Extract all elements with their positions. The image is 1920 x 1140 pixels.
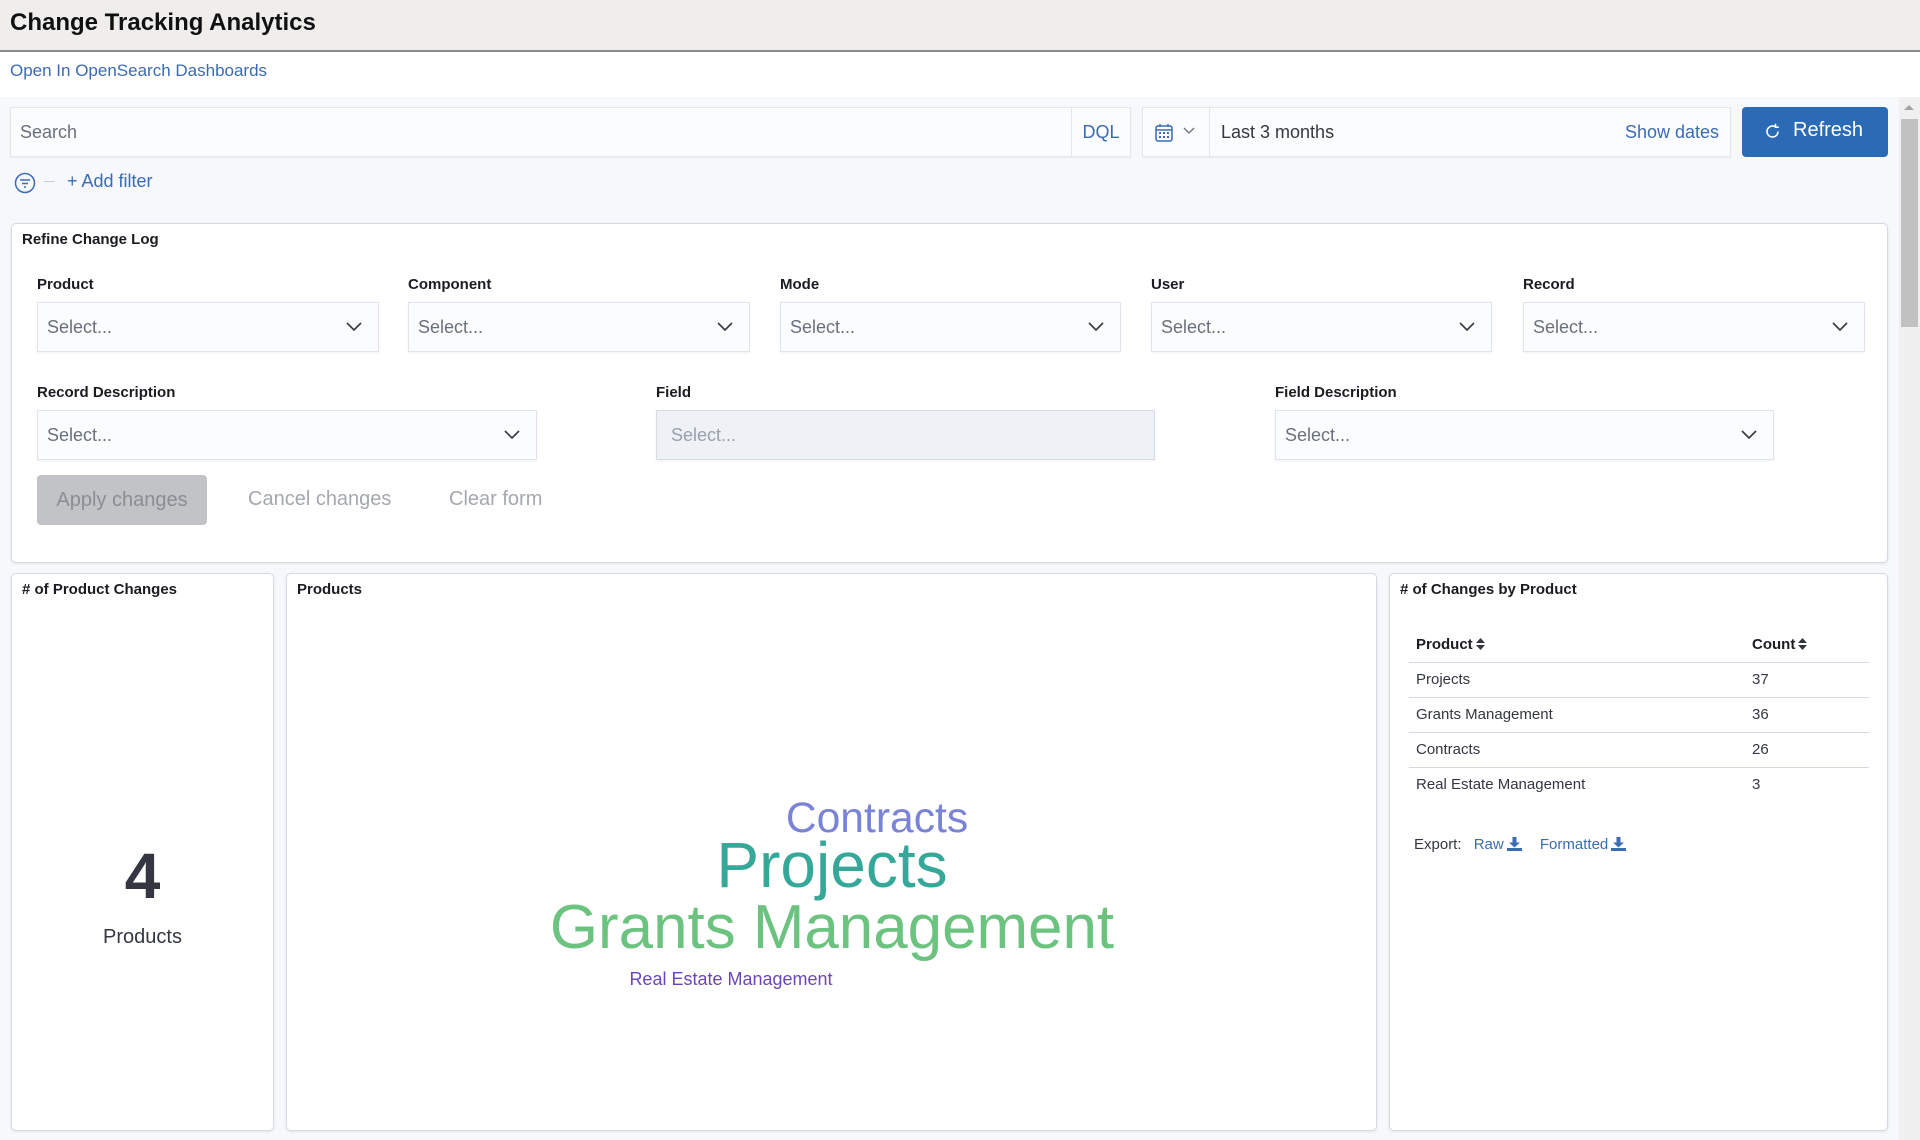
chevron-down-icon (1741, 430, 1757, 440)
export-formatted-label: Formatted (1539, 836, 1609, 853)
export-label: Export: (1414, 836, 1462, 853)
clear-form-button[interactable]: Clear form (449, 488, 542, 511)
record-select[interactable]: Select... (1523, 302, 1865, 352)
word-cloud-term[interactable]: Real Estate Management (629, 969, 832, 989)
chevron-down-icon (1459, 322, 1475, 332)
column-label: Product (1416, 635, 1473, 653)
count-cell: 37 (1745, 662, 1869, 698)
product-cell: Projects (1409, 662, 1745, 698)
select-placeholder: Select... (671, 425, 737, 445)
sort-icon (1798, 637, 1808, 650)
refresh-label: Refresh (1793, 119, 1864, 141)
select-placeholder: Select... (1285, 425, 1351, 445)
chevron-down-icon (346, 322, 362, 332)
table-row: Projects 37 (1409, 662, 1869, 698)
search-bar: DQL (10, 107, 1131, 157)
product-cell: Grants Management (1409, 697, 1745, 733)
panel-title: # of Changes by Product (1400, 581, 1577, 598)
word-cloud-term[interactable]: Grants Management (550, 893, 1114, 962)
products-word-cloud-panel: Products Contracts Projects Grants Managem… (286, 573, 1377, 1131)
vertical-scrollbar[interactable] (1899, 97, 1920, 1140)
count-cell: 26 (1745, 732, 1869, 768)
metric-label: Products (103, 926, 182, 948)
record-label: Record (1523, 276, 1575, 293)
count-cell: 3 (1752, 776, 1761, 794)
apply-changes-button[interactable]: Apply changes (37, 475, 207, 525)
chevron-down-icon (1088, 322, 1104, 332)
column-label: Count (1752, 635, 1796, 653)
mode-label: Mode (780, 276, 820, 293)
product-cell: Real Estate Management (1416, 776, 1586, 794)
record-description-select[interactable]: Select... (37, 410, 537, 460)
filter-options-icon[interactable] (14, 172, 36, 194)
word-cloud-term[interactable]: Projects (716, 829, 947, 901)
chevron-down-icon (504, 430, 520, 440)
select-placeholder: Select... (1533, 317, 1599, 337)
refresh-icon (1766, 123, 1779, 138)
chevron-down-icon (717, 322, 733, 332)
export-raw-label: Raw (1473, 836, 1504, 853)
component-label: Component (408, 276, 492, 293)
field-description-select[interactable]: Select... (1275, 410, 1774, 460)
panel-title: Refine Change Log (22, 231, 159, 248)
product-cell: Contracts (1409, 732, 1745, 768)
mode-select[interactable]: Select... (780, 302, 1121, 352)
select-placeholder: Select... (47, 425, 113, 445)
product-changes-metric-panel: # of Product Changes 4 Products (11, 573, 274, 1131)
metric-value: 4 (124, 840, 161, 912)
sort-icon (1475, 637, 1485, 650)
calendar-icon (1155, 124, 1173, 142)
export-raw-link[interactable]: Raw (1474, 836, 1522, 853)
date-range-display[interactable]: Last 3 months (1221, 108, 1334, 156)
count-cell: 36 (1745, 697, 1869, 733)
column-header-product[interactable]: Product (1409, 627, 1745, 663)
search-input[interactable] (11, 108, 1071, 156)
download-icon (1506, 837, 1522, 851)
field-select[interactable]: Select... (656, 410, 1155, 460)
select-placeholder: Select... (47, 317, 113, 337)
table-header-row: Product Count (1409, 627, 1869, 663)
table-row: Contracts 26 (1409, 732, 1869, 768)
word-cloud: ContractsProjectsGrants ManagementReal E… (550, 794, 1114, 989)
export-formatted-link[interactable]: Formatted (1539, 836, 1627, 853)
table-row: Grants Management 36 (1409, 697, 1869, 733)
changes-by-product-table: Product Count Projects 37 Grants Managem… (1409, 627, 1869, 802)
product-label: Product (37, 276, 94, 293)
quick-select-button[interactable] (1143, 108, 1210, 156)
page-title: Change Tracking Analytics (10, 9, 316, 36)
field-label: Field (656, 384, 692, 401)
panel-title: # of Product Changes (22, 581, 178, 598)
scroll-up-arrow-icon[interactable] (1904, 105, 1914, 110)
chevron-down-icon (1183, 127, 1195, 134)
show-dates-button[interactable]: Show dates (1625, 108, 1719, 156)
refine-change-log-panel: Refine Change Log Product Select... Comp… (11, 223, 1888, 563)
refresh-button[interactable]: Refresh (1742, 107, 1888, 157)
component-select[interactable]: Select... (408, 302, 750, 352)
select-placeholder: Select... (418, 317, 484, 337)
chevron-down-icon (1832, 322, 1848, 332)
date-picker: Last 3 months Show dates (1142, 107, 1731, 157)
select-placeholder: Select... (1161, 317, 1227, 337)
open-in-opensearch-link[interactable]: Open In OpenSearch Dashboards (10, 61, 267, 81)
select-placeholder: Select... (790, 317, 856, 337)
product-select[interactable]: Select... (37, 302, 379, 352)
column-header-count[interactable]: Count (1745, 627, 1869, 663)
record-description-label: Record Description (37, 384, 176, 401)
user-label: User (1151, 276, 1185, 293)
table-row: Real Estate Management 3 (1409, 767, 1869, 802)
cancel-changes-button[interactable]: Cancel changes (248, 488, 391, 511)
filter-divider (44, 181, 55, 182)
query-language-button[interactable]: DQL (1071, 108, 1130, 156)
field-description-label: Field Description (1275, 384, 1397, 401)
add-filter-button[interactable]: + Add filter (67, 171, 153, 192)
changes-by-product-panel: # of Changes by Product Product Count Pr… (1389, 573, 1888, 1131)
export-bar: Export: Raw Formatted (1414, 836, 1627, 853)
scrollbar-thumb[interactable] (1901, 119, 1918, 327)
app-header: Change Tracking Analytics (0, 0, 1920, 52)
user-select[interactable]: Select... (1151, 302, 1492, 352)
download-icon (1611, 837, 1627, 851)
